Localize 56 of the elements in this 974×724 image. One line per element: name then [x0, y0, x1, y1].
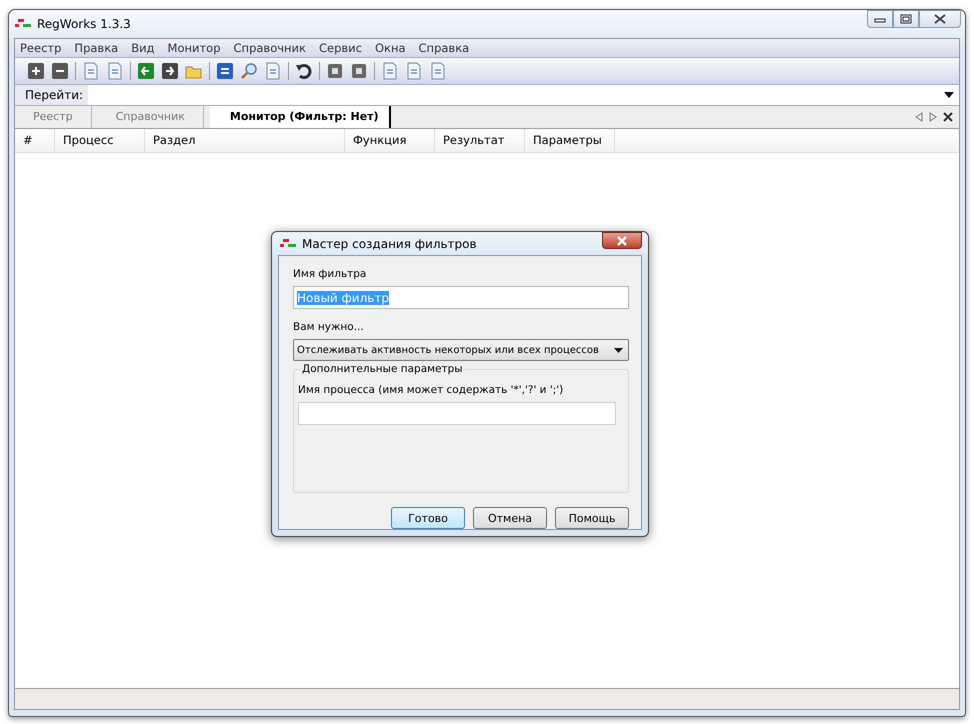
column-header[interactable]: Результат — [435, 129, 525, 152]
close-tab-icon[interactable] — [943, 112, 953, 122]
equal-icon[interactable] — [216, 62, 234, 80]
menu-item[interactable]: Справка — [418, 41, 470, 55]
close-button[interactable] — [919, 10, 961, 28]
document-icon[interactable] — [405, 62, 423, 80]
process-name-field[interactable] — [298, 402, 616, 425]
dialog-button[interactable]: Готово — [391, 507, 465, 529]
column-header[interactable]: Параметры — [525, 129, 615, 152]
undo-icon[interactable] — [295, 62, 313, 80]
restore-icon — [900, 14, 912, 24]
tab[interactable]: Справочник — [98, 106, 204, 128]
dialog-title: Мастер создания фильтров — [302, 236, 477, 250]
dropdown-arrow-icon — [944, 92, 954, 98]
menu-item[interactable]: Справочник — [234, 41, 306, 55]
menu-item[interactable]: Окна — [374, 41, 406, 55]
dialog-button[interactable]: Помощь — [555, 507, 629, 529]
column-header[interactable]: Раздел — [145, 129, 345, 152]
plus-icon[interactable] — [27, 62, 45, 80]
mode-dropdown[interactable]: Отслеживать активность некоторых или всех процессов — [293, 339, 629, 361]
filter-name-label: Имя фильтра — [293, 268, 368, 280]
close-icon — [616, 236, 628, 246]
column-header[interactable]: Функция — [345, 129, 435, 152]
scroll-left-icon[interactable] — [915, 112, 923, 122]
close-icon — [933, 14, 947, 24]
document-icon[interactable] — [264, 62, 282, 80]
mode-label: Вам нужно... — [293, 321, 365, 333]
document-icon[interactable] — [82, 62, 100, 80]
minus-icon[interactable] — [51, 62, 69, 80]
menu-item[interactable]: Правка — [74, 41, 118, 55]
menu-item[interactable]: Монитор — [168, 41, 221, 55]
minimize-button[interactable] — [867, 10, 893, 28]
document-icon[interactable] — [106, 62, 124, 80]
group-title: Дополнительные параметры — [300, 363, 465, 375]
maximize-button[interactable] — [893, 10, 919, 28]
menu-item[interactable]: Реестр — [20, 41, 62, 55]
menu-item[interactable]: Сервис — [318, 41, 362, 55]
column-header[interactable]: # — [15, 129, 55, 152]
document-icon[interactable] — [381, 62, 399, 80]
window-title: RegWorks 1.3.3 — [37, 17, 131, 31]
scroll-right-icon[interactable] — [929, 112, 937, 122]
app-logo-icon — [280, 238, 296, 248]
app-logo-icon — [15, 19, 31, 29]
square-icon[interactable] — [350, 62, 368, 80]
tab[interactable]: Монитор (Фильтр: Нет) — [210, 106, 391, 128]
document-icon[interactable] — [429, 62, 447, 80]
tab[interactable]: Реестр — [15, 106, 92, 128]
goto-label: Перейти: — [15, 85, 88, 105]
process-name-label: Имя процесса (имя может содержать '*','?' и ';') — [298, 384, 564, 396]
column-header[interactable]: Процесс — [55, 129, 145, 152]
close-button[interactable] — [602, 232, 642, 249]
dialog-button[interactable]: Отмена — [473, 507, 547, 529]
square-icon[interactable] — [326, 62, 344, 80]
dropdown-arrow-icon — [614, 348, 623, 352]
menu-item[interactable]: Вид — [131, 41, 155, 55]
search-icon[interactable] — [240, 62, 258, 80]
